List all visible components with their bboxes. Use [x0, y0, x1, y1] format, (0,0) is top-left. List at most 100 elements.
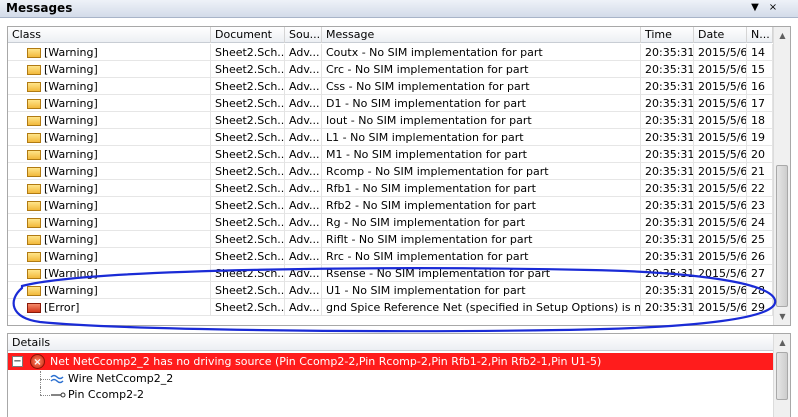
- cell-date: 2015/5/6: [694, 163, 747, 180]
- cell-source: Adv...: [285, 282, 322, 299]
- details-child-label: Wire NetCcomp2_2: [68, 372, 174, 385]
- column-number-header[interactable]: N...: [747, 27, 773, 43]
- cell-date: 2015/5/6: [694, 299, 747, 316]
- close-panel-button[interactable]: ×: [766, 1, 780, 15]
- cell-document: Sheet2.Sch...: [211, 265, 285, 282]
- table-row[interactable]: [Warning] Sheet2.Sch... Adv... Crc - No SIM…: [8, 61, 773, 78]
- cell-no: 25: [747, 231, 773, 248]
- cell-no: 21: [747, 163, 773, 180]
- cell-message: Riflt - No SIM implementation for part: [322, 231, 641, 248]
- cell-source: Adv...: [285, 265, 322, 282]
- details-error-row[interactable]: − × Net NetCcomp2_2 has no driving sourc…: [8, 353, 773, 370]
- cell-class: [Warning]: [8, 180, 211, 197]
- cell-document: Sheet2.Sch...: [211, 214, 285, 231]
- table-row[interactable]: [Warning] Sheet2.Sch... Adv... Iout - No SI…: [8, 112, 773, 129]
- column-document-header[interactable]: Document: [211, 27, 285, 43]
- cell-source: Adv...: [285, 95, 322, 112]
- table-row[interactable]: [Warning] Sheet2.Sch... Adv... Css - No SIM…: [8, 78, 773, 95]
- table-row-error[interactable]: [Error] Sheet2.Sch... Adv... gnd Spice Refe…: [8, 299, 773, 316]
- table-row[interactable]: [Warning] Sheet2.Sch... Adv... Rcomp - No S…: [8, 163, 773, 180]
- cell-time: 20:35:31: [641, 231, 694, 248]
- cell-message: Css - No SIM implementation for part: [322, 78, 641, 95]
- cell-class: [Warning]: [8, 214, 211, 231]
- cell-document: Sheet2.Sch...: [211, 299, 285, 316]
- tree-connector: [40, 395, 50, 396]
- cell-document: Sheet2.Sch...: [211, 44, 285, 61]
- scrollbar-thumb[interactable]: [776, 165, 788, 307]
- details-panel: Details − × Net NetCcomp2_2 has no drivi…: [7, 333, 791, 417]
- cell-class: [Warning]: [8, 112, 211, 129]
- cell-date: 2015/5/6: [694, 231, 747, 248]
- scroll-up-arrow-icon[interactable]: ▲: [774, 27, 791, 44]
- table-row[interactable]: [Warning] Sheet2.Sch... Adv... Rfb2 - No SI…: [8, 197, 773, 214]
- table-row[interactable]: [Warning] Sheet2.Sch... Adv... Rrc - No SIM…: [8, 248, 773, 265]
- table-row[interactable]: [Warning] Sheet2.Sch... Adv... Rg - No SIM …: [8, 214, 773, 231]
- column-class-header[interactable]: Class: [8, 27, 211, 43]
- cell-message: Coutx - No SIM implementation for part: [322, 44, 641, 61]
- table-row[interactable]: [Warning] Sheet2.Sch... Adv... M1 - No SIM …: [8, 146, 773, 163]
- table-row[interactable]: [Warning] Sheet2.Sch... Adv... U1 - No SIM …: [8, 282, 773, 299]
- cell-no: 26: [747, 248, 773, 265]
- pin-icon: [51, 392, 66, 398]
- cell-date: 2015/5/6: [694, 248, 747, 265]
- column-time-header[interactable]: Time: [641, 27, 694, 43]
- cell-message: Crc - No SIM implementation for part: [322, 61, 641, 78]
- table-row[interactable]: [Warning] Sheet2.Sch... Adv... Rfb1 - No SI…: [8, 180, 773, 197]
- wire-icon: [50, 374, 64, 384]
- cell-date: 2015/5/6: [694, 61, 747, 78]
- tree-connector: [40, 387, 41, 395]
- cell-time: 20:35:31: [641, 78, 694, 95]
- cell-no: 24: [747, 214, 773, 231]
- cell-time: 20:35:31: [641, 146, 694, 163]
- cell-class: [Warning]: [8, 282, 211, 299]
- scroll-down-arrow-icon[interactable]: ▼: [774, 308, 791, 325]
- table-header: Class Document Sou... Message Time Date …: [8, 27, 773, 43]
- messages-scrollbar[interactable]: ▲ ▼: [773, 27, 790, 325]
- cell-date: 2015/5/6: [694, 214, 747, 231]
- tree-connector: [40, 379, 50, 380]
- cell-class: [Warning]: [8, 95, 211, 112]
- cell-message: Rfb2 - No SIM implementation for part: [322, 197, 641, 214]
- table-row[interactable]: [Warning] Sheet2.Sch... Adv... D1 - No SIM …: [8, 95, 773, 112]
- table-row[interactable]: [Warning] Sheet2.Sch... Adv... Coutx - No S…: [8, 44, 773, 61]
- cell-date: 2015/5/6: [694, 146, 747, 163]
- cell-time: 20:35:31: [641, 129, 694, 146]
- cell-document: Sheet2.Sch...: [211, 61, 285, 78]
- cell-class: [Warning]: [8, 78, 211, 95]
- column-source-header[interactable]: Sou...: [285, 27, 322, 43]
- table-row[interactable]: [Warning] Sheet2.Sch... Adv... L1 - No SIM …: [8, 129, 773, 146]
- cell-source: Adv...: [285, 248, 322, 265]
- cell-time: 20:35:31: [641, 214, 694, 231]
- cell-class: [Error]: [8, 299, 211, 316]
- cell-no: 16: [747, 78, 773, 95]
- details-child-pin[interactable]: Pin Ccomp2-2: [8, 387, 773, 403]
- column-message-header[interactable]: Message: [322, 27, 641, 43]
- scrollbar-thumb[interactable]: [776, 352, 788, 400]
- scroll-up-arrow-icon[interactable]: ▲: [774, 334, 791, 351]
- cell-class: [Warning]: [8, 197, 211, 214]
- cell-source: Adv...: [285, 231, 322, 248]
- cell-no: 23: [747, 197, 773, 214]
- table-row[interactable]: [Warning] Sheet2.Sch... Adv... Rsense - No …: [8, 265, 773, 282]
- cell-source: Adv...: [285, 163, 322, 180]
- collapse-toggle-icon[interactable]: −: [12, 356, 23, 367]
- cell-date: 2015/5/6: [694, 265, 747, 282]
- panel-menu-button[interactable]: ▼: [748, 1, 762, 15]
- details-header: Details: [8, 334, 773, 351]
- cell-no: 20: [747, 146, 773, 163]
- cell-class: [Warning]: [8, 231, 211, 248]
- cell-no: 17: [747, 95, 773, 112]
- cell-class: [Warning]: [8, 61, 211, 78]
- cell-source: Adv...: [285, 129, 322, 146]
- cell-date: 2015/5/6: [694, 197, 747, 214]
- cell-no: 29: [747, 299, 773, 316]
- cell-time: 20:35:31: [641, 197, 694, 214]
- cell-class: [Warning]: [8, 146, 211, 163]
- details-scrollbar[interactable]: ▲: [773, 334, 790, 417]
- cell-date: 2015/5/6: [694, 44, 747, 61]
- cell-date: 2015/5/6: [694, 180, 747, 197]
- cell-source: Adv...: [285, 78, 322, 95]
- details-child-wire[interactable]: Wire NetCcomp2_2: [8, 371, 773, 387]
- column-date-header[interactable]: Date: [694, 27, 747, 43]
- table-row[interactable]: [Warning] Sheet2.Sch... Adv... Riflt - No S…: [8, 231, 773, 248]
